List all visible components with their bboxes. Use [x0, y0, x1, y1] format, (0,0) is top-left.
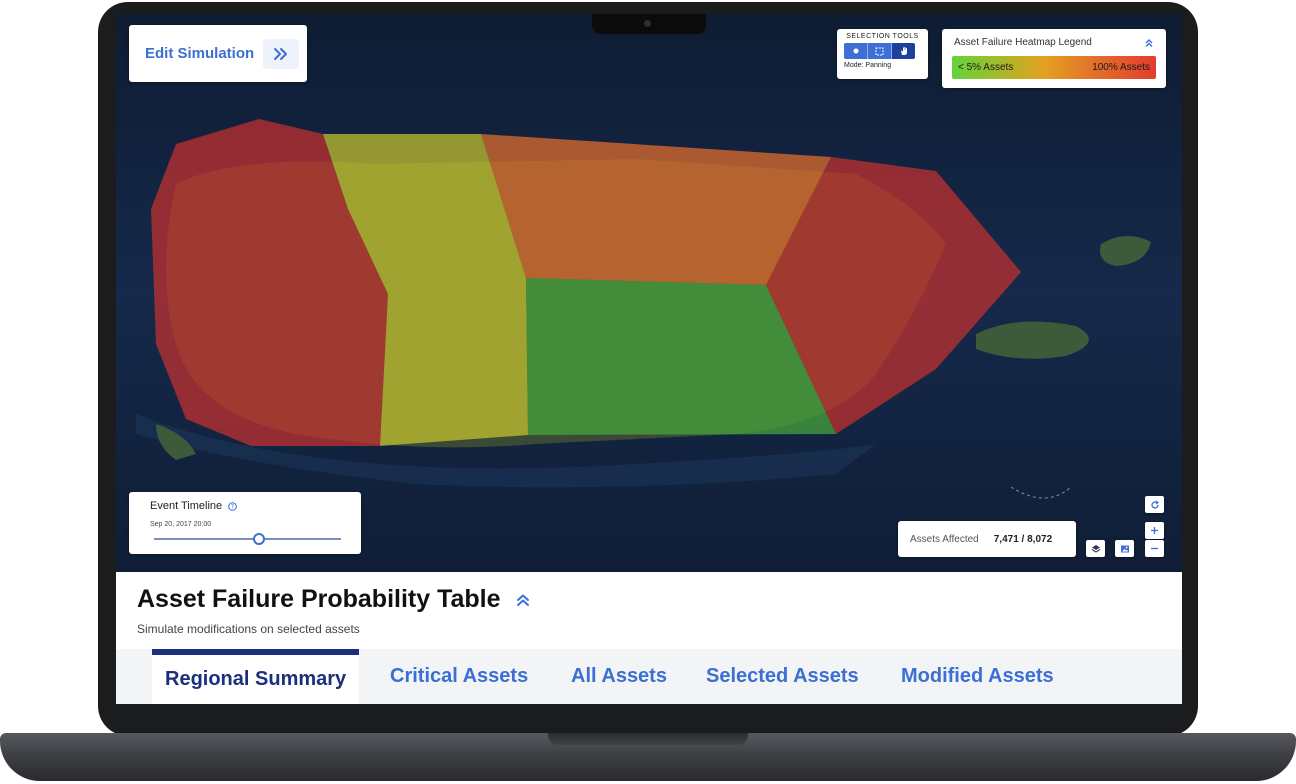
- camera-icon: [644, 20, 651, 27]
- pan-tool[interactable]: [892, 43, 915, 59]
- table-title: Asset Failure Probability Table: [137, 585, 501, 613]
- selection-tools-title: SELECTION TOOLS: [846, 33, 919, 40]
- refresh-icon: [1150, 500, 1159, 509]
- legend-gradient-bar: < 5% Assets 100% Assets: [952, 56, 1156, 79]
- laptop-base-notch: [548, 733, 748, 745]
- tab-all-assets[interactable]: All Assets: [571, 649, 667, 704]
- zoom-out-button[interactable]: [1145, 540, 1164, 557]
- asset-failure-table-panel: Asset Failure Probability Table Simulate…: [116, 572, 1182, 704]
- dot-icon: [853, 48, 858, 54]
- legend-high-label: 100% Assets: [1092, 62, 1150, 73]
- timeline-slider-thumb[interactable]: [253, 533, 265, 545]
- selection-tools-panel: SELECTION TOOLS Mode: Panning: [837, 29, 928, 79]
- tab-modified-assets[interactable]: Modified Assets: [901, 649, 1054, 704]
- zoom-in-button[interactable]: [1145, 522, 1164, 539]
- hand-icon: [900, 47, 907, 55]
- table-subtitle: Simulate modifications on selected asset…: [137, 622, 360, 636]
- refresh-button[interactable]: [1145, 496, 1164, 513]
- satellite-map[interactable]: [116, 14, 1182, 572]
- assets-affected-label: Assets Affected: [910, 533, 979, 545]
- minus-icon: [1151, 547, 1158, 550]
- image-export-button[interactable]: [1115, 540, 1134, 557]
- selection-mode-text: Mode: Panning: [844, 62, 892, 69]
- double-chevron-right-icon[interactable]: [263, 38, 300, 69]
- assets-affected-value: 7,471 / 8,072: [993, 533, 1053, 545]
- legend-title: Asset Failure Heatmap Legend: [954, 37, 1092, 48]
- box-select-icon: [875, 47, 884, 55]
- layers-button[interactable]: [1086, 540, 1105, 557]
- plus-icon: [1151, 527, 1158, 534]
- tab-selected-assets[interactable]: Selected Assets: [706, 649, 859, 704]
- point-select-tool[interactable]: [844, 43, 868, 59]
- timeline-date: Sep 20, 2017 20:00: [150, 521, 212, 528]
- collapse-chevron-up-icon[interactable]: [1144, 38, 1154, 48]
- timeline-title: Event Timeline: [150, 500, 223, 512]
- legend-low-label: < 5% Assets: [958, 62, 1014, 73]
- table-tabs: Regional Summary Critical Assets All Ass…: [116, 649, 1182, 704]
- heatmap-legend: Asset Failure Heatmap Legend < 5% Assets…: [942, 29, 1166, 88]
- image-icon: [1120, 545, 1129, 552]
- event-timeline-panel: Event Timeline ? Sep 20, 2017 20:00: [129, 492, 361, 554]
- svg-text:?: ?: [231, 503, 234, 510]
- collapse-chevron-up-icon[interactable]: [515, 592, 531, 608]
- selection-tools-group: [844, 43, 915, 59]
- edit-simulation-label: Edit Simulation: [145, 45, 255, 62]
- tab-critical-assets[interactable]: Critical Assets: [390, 649, 528, 704]
- edit-simulation-button[interactable]: Edit Simulation: [129, 25, 307, 82]
- box-select-tool[interactable]: [868, 43, 892, 59]
- app-screen: Edit Simulation SELECTION TOOLS Mode: Pa…: [116, 14, 1182, 704]
- tab-regional-summary[interactable]: Regional Summary: [152, 649, 360, 704]
- camera-notch: [592, 14, 706, 34]
- layers-icon: [1091, 544, 1100, 553]
- assets-affected-box: Assets Affected 7,471 / 8,072: [898, 521, 1076, 557]
- timeline-slider-track[interactable]: [154, 538, 341, 540]
- help-icon[interactable]: ?: [228, 501, 237, 511]
